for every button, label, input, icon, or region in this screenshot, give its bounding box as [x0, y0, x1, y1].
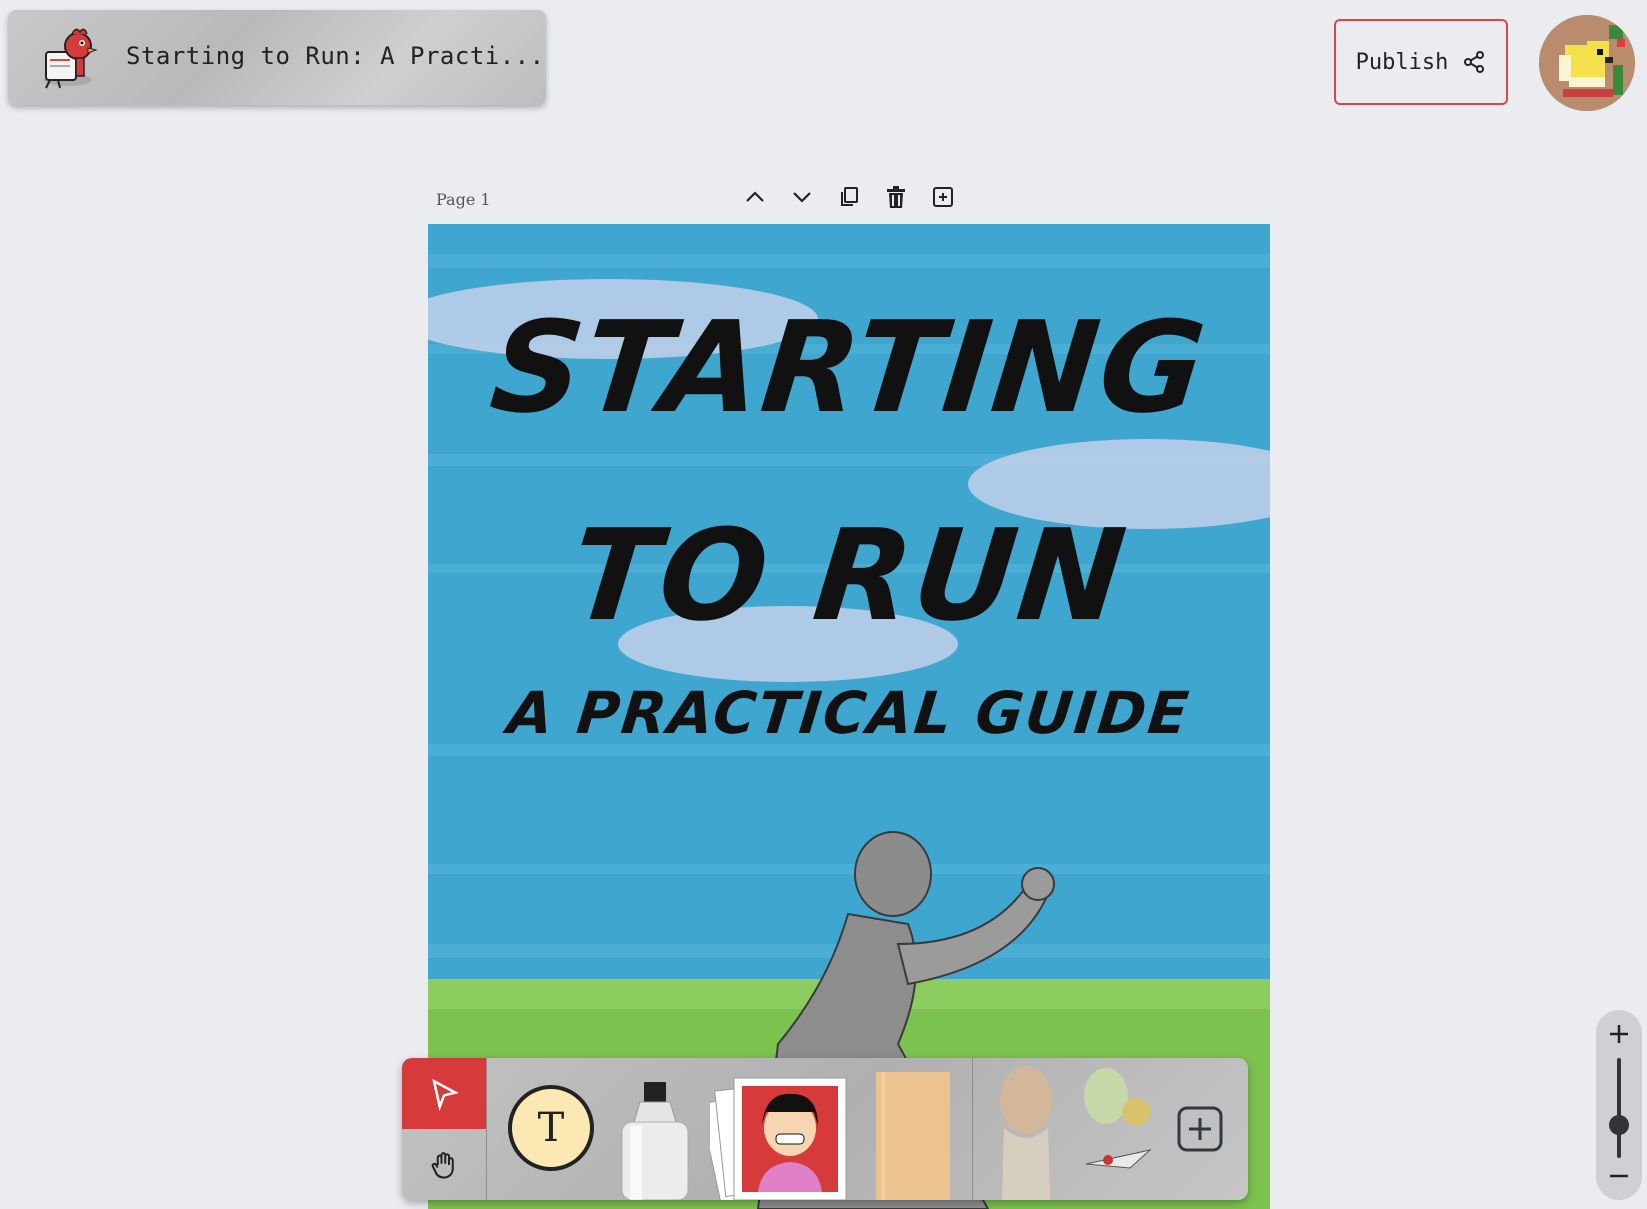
cover-title-line1[interactable]: STARTING	[428, 294, 1270, 441]
zoom-panel	[1596, 1010, 1642, 1200]
chevron-up-icon	[746, 191, 764, 202]
bottom-toolbar: T	[402, 1058, 1248, 1200]
collage-images-tool-button[interactable]	[990, 1058, 1160, 1200]
share-icon	[1464, 51, 1485, 73]
copy-icon	[841, 187, 858, 206]
pixel-dog-avatar-icon	[1539, 15, 1635, 111]
zoom-in-button[interactable]	[1607, 1022, 1631, 1046]
select-tool-button[interactable]	[402, 1058, 486, 1129]
publish-button[interactable]: Publish	[1334, 19, 1508, 105]
zoom-slider-track[interactable]	[1617, 1058, 1621, 1158]
toolbar-divider	[972, 1058, 973, 1200]
paper-tool-button[interactable]	[876, 1072, 950, 1200]
add-page-button[interactable]	[928, 182, 958, 212]
move-page-up-button[interactable]	[740, 182, 770, 212]
pointer-arrow-icon	[432, 1078, 459, 1111]
hand-icon	[431, 1151, 454, 1179]
cover-title-line2[interactable]: TO RUN	[428, 502, 1270, 649]
plus-square-icon	[1177, 1106, 1223, 1152]
rooster-logo-icon	[44, 28, 98, 89]
text-tool-button[interactable]: T	[508, 1085, 594, 1171]
add-asset-button[interactable]	[1176, 1105, 1224, 1153]
minus-icon	[1610, 1174, 1628, 1178]
text-tool-label: T	[537, 1105, 565, 1151]
user-avatar[interactable]	[1539, 15, 1635, 111]
trash-icon	[887, 186, 905, 208]
move-page-down-button[interactable]	[787, 182, 817, 212]
document-title-card[interactable]: Starting to Run: A Practi...	[8, 10, 546, 105]
delete-page-button[interactable]	[881, 182, 911, 212]
plus-icon	[1610, 1025, 1628, 1043]
stickers-tool-button[interactable]	[710, 1072, 850, 1200]
toolbar-divider	[486, 1058, 487, 1200]
page-label: Page 1	[436, 190, 491, 209]
plus-square-icon	[933, 187, 953, 207]
document-title[interactable]: Starting to Run: A Practi...	[126, 42, 545, 70]
duplicate-page-button[interactable]	[834, 182, 864, 212]
cover-subtitle[interactable]: A PRACTICAL GUIDE	[428, 679, 1270, 747]
marker-tool-button[interactable]	[616, 1082, 694, 1200]
chevron-down-icon	[793, 192, 811, 203]
pan-tool-button[interactable]	[402, 1129, 486, 1200]
publish-label: Publish	[1355, 49, 1449, 75]
zoom-out-button[interactable]	[1607, 1164, 1631, 1188]
zoom-slider-thumb[interactable]	[1609, 1115, 1629, 1135]
